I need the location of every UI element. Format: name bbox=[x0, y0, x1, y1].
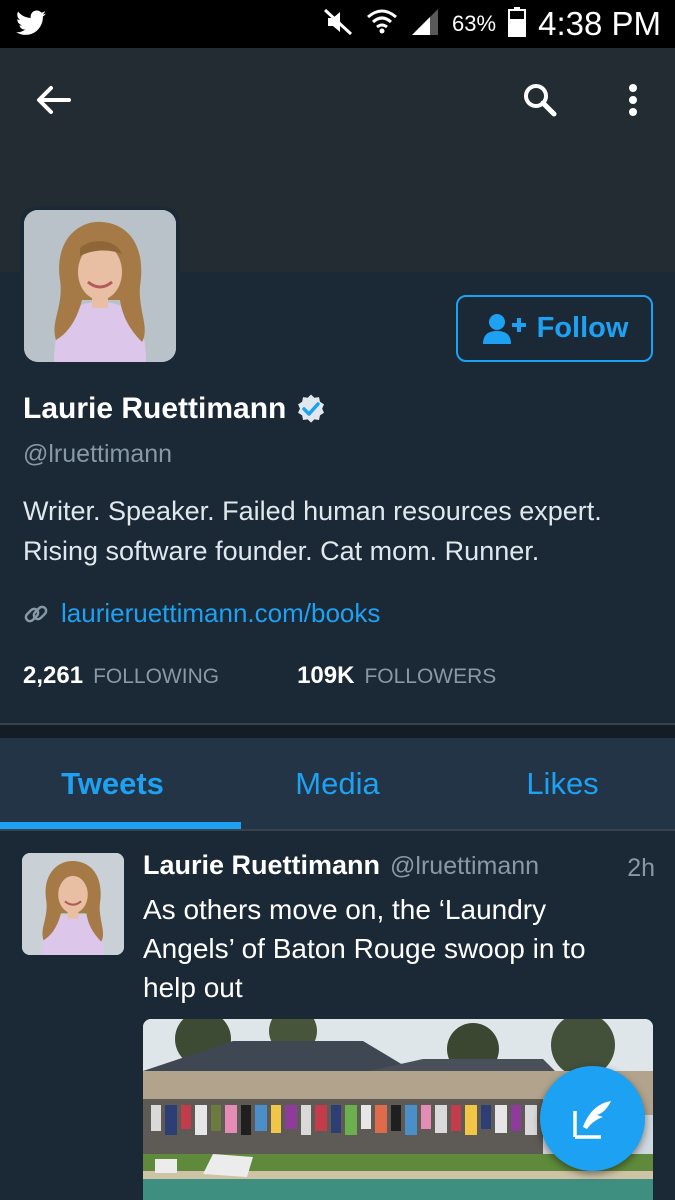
tab-label: Media bbox=[295, 766, 380, 801]
follow-button-label: Follow bbox=[536, 312, 629, 344]
profile-stats: 2,261 FOLLOWING 109K FOLLOWERS bbox=[23, 662, 496, 690]
followers-count: 109K bbox=[297, 662, 355, 689]
link-icon bbox=[24, 605, 48, 622]
bio-line: Rising software founder. Cat mom. Runner… bbox=[23, 536, 540, 566]
tweet-timestamp: 2h bbox=[627, 854, 655, 882]
add-user-icon bbox=[482, 313, 526, 344]
tweet-text[interactable]: As others move on, the ‘Laundry Angels’ … bbox=[143, 890, 653, 1007]
profile-tabs: Tweets Media Likes bbox=[0, 738, 675, 830]
status-bar: 63% 4:38 PM bbox=[0, 0, 675, 48]
tweet-text-line: Angels’ of Baton Rouge swoop in to bbox=[143, 933, 586, 964]
tab-label: Tweets bbox=[61, 766, 164, 801]
mute-icon bbox=[322, 7, 354, 42]
compose-tweet-icon bbox=[572, 1100, 611, 1139]
more-options-button[interactable] bbox=[618, 78, 648, 122]
tab-likes[interactable]: Likes bbox=[450, 738, 675, 830]
back-button[interactable] bbox=[28, 78, 78, 122]
tweet-text-line: help out bbox=[143, 972, 243, 1003]
tab-media[interactable]: Media bbox=[225, 738, 450, 830]
verified-badge-icon bbox=[298, 394, 325, 423]
tweet-author-handle: @lruettimann bbox=[390, 852, 540, 880]
tweet-text-line: As others move on, the ‘Laundry bbox=[143, 894, 547, 925]
twitter-bird-icon bbox=[16, 10, 46, 38]
more-vertical-icon bbox=[629, 84, 637, 116]
search-button[interactable] bbox=[518, 78, 562, 122]
followers-stat[interactable]: 109K FOLLOWERS bbox=[297, 662, 496, 690]
active-tab-indicator bbox=[0, 822, 241, 829]
tweet-author-name[interactable]: Laurie Ruettimann bbox=[143, 850, 380, 881]
battery-percent: 63% bbox=[452, 11, 497, 36]
section-gap bbox=[0, 725, 675, 738]
divider bbox=[0, 829, 675, 831]
followers-label: FOLLOWERS bbox=[364, 665, 497, 688]
wifi-icon bbox=[366, 7, 398, 42]
compose-tweet-button[interactable] bbox=[540, 1066, 645, 1171]
profile-name-row: Laurie Ruettimann bbox=[23, 392, 326, 426]
profile-name: Laurie Ruettimann bbox=[23, 392, 287, 425]
tab-label: Likes bbox=[526, 766, 599, 801]
signal-icon bbox=[410, 7, 440, 42]
clock: 4:38 PM bbox=[538, 5, 661, 42]
profile-handle: @lruettimann bbox=[23, 440, 173, 468]
following-count: 2,261 bbox=[23, 662, 84, 689]
follow-button[interactable]: Follow bbox=[456, 295, 653, 362]
profile-avatar-frame bbox=[20, 206, 180, 366]
back-arrow-icon bbox=[37, 86, 71, 114]
tab-tweets[interactable]: Tweets bbox=[0, 738, 225, 830]
profile-website-link[interactable]: laurieruettimann.com/books bbox=[61, 598, 380, 629]
battery-icon bbox=[508, 6, 527, 42]
search-icon bbox=[524, 84, 557, 117]
following-label: FOLLOWING bbox=[93, 665, 220, 688]
profile-avatar[interactable] bbox=[24, 210, 176, 362]
following-stat[interactable]: 2,261 FOLLOWING bbox=[23, 662, 219, 690]
tweet-header: Laurie Ruettimann @lruettimann 2h bbox=[143, 850, 655, 890]
profile-bio: Writer. Speaker. Failed human resources … bbox=[23, 491, 663, 571]
profile-link-row: laurieruettimann.com/books bbox=[23, 598, 380, 629]
tweet-avatar[interactable] bbox=[22, 853, 124, 955]
bio-line: Writer. Speaker. Failed human resources … bbox=[23, 496, 602, 526]
